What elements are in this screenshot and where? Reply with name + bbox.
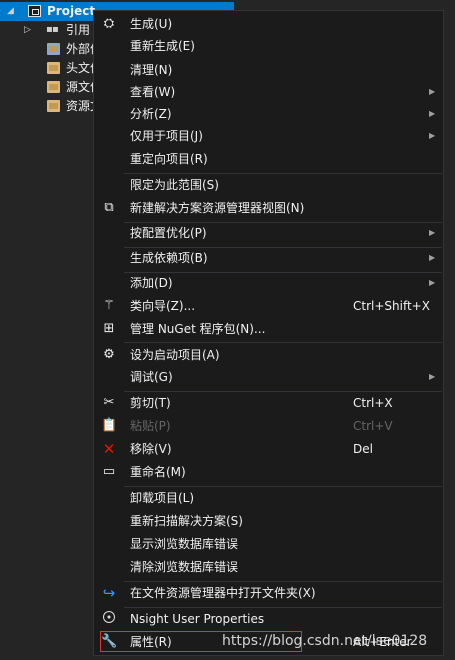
menu-item-project-only[interactable]: 仅用于项目(J) ▶ bbox=[94, 125, 443, 147]
open-folder-arrow-icon: ↪ bbox=[102, 584, 116, 602]
menu-item-shortcut: Ctrl+Shift+X bbox=[353, 299, 430, 313]
menu-item-clear-db-errors[interactable]: 清除浏览数据库错误 bbox=[94, 556, 443, 578]
collapse-arrow-icon[interactable]: ▷ bbox=[24, 21, 31, 40]
menu-item-nsight[interactable]: Nsight User Properties bbox=[94, 608, 443, 630]
globe-icon bbox=[101, 611, 117, 627]
menu-item-rescan[interactable]: 重新扫描解决方案(S) bbox=[94, 510, 443, 532]
menu-item-build-deps[interactable]: 生成依赖项(B) ▶ bbox=[94, 247, 443, 269]
submenu-arrow-icon: ▶ bbox=[429, 131, 436, 140]
menu-item-remove[interactable]: ✕ 移除(V) Del bbox=[94, 438, 443, 460]
menu-item-analyze[interactable]: 分析(Z) ▶ bbox=[94, 103, 443, 125]
tree-item-label: Project bbox=[47, 4, 96, 18]
menu-item-set-startup[interactable]: ⚙ 设为启动项目(A) bbox=[94, 344, 443, 366]
menu-item-label: 清除浏览数据库错误 bbox=[130, 560, 239, 574]
menu-item-cut[interactable]: ✂ 剪切(T) Ctrl+X bbox=[94, 392, 443, 414]
menu-item-label: 仅用于项目(J) bbox=[130, 129, 203, 143]
menu-item-label: 限定为此范围(S) bbox=[130, 178, 219, 192]
tree-item-label: 引用 bbox=[66, 23, 91, 37]
nuget-package-icon: ⊞ bbox=[103, 321, 115, 336]
menu-item-shortcut: Ctrl+X bbox=[353, 396, 393, 410]
menu-item-label: 类向导(Z)... bbox=[130, 299, 196, 313]
menu-item-label: 添加(D) bbox=[130, 276, 173, 290]
menu-item-show-db-errors[interactable]: 显示浏览数据库错误 bbox=[94, 533, 443, 555]
submenu-arrow-icon: ▶ bbox=[429, 228, 436, 237]
menu-item-retarget[interactable]: 重定向项目(R) bbox=[94, 148, 443, 170]
project-icon bbox=[28, 5, 41, 17]
menu-item-open-folder[interactable]: ↪ 在文件资源管理器中打开文件夹(X) bbox=[94, 582, 443, 604]
submenu-arrow-icon: ▶ bbox=[429, 372, 436, 381]
menu-item-label: Nsight User Properties bbox=[130, 612, 265, 626]
menu-item-label: 生成依赖项(B) bbox=[130, 251, 208, 265]
menu-item-label: 重新扫描解决方案(S) bbox=[130, 514, 243, 528]
menu-item-scope[interactable]: 限定为此范围(S) bbox=[94, 174, 443, 196]
menu-item-label: 清理(N) bbox=[130, 63, 173, 77]
menu-item-rename[interactable]: ▭ 重命名(M) bbox=[94, 461, 443, 483]
menu-item-label: 调试(G) bbox=[130, 370, 173, 384]
menu-item-label: 生成(U) bbox=[130, 17, 173, 31]
references-icon bbox=[46, 20, 59, 39]
menu-item-label: 新建解决方案资源管理器视图(N) bbox=[130, 201, 305, 215]
context-menu: ⛭ 生成(U) 重新生成(E) 清理(N) 查看(W) ▶ 分析(Z) ▶ 仅用… bbox=[93, 10, 444, 656]
menu-item-label: 设为启动项目(A) bbox=[130, 348, 220, 362]
menu-item-label: 分析(Z) bbox=[130, 107, 172, 121]
menu-item-label: 移除(V) bbox=[130, 442, 172, 456]
filter-folder-icon bbox=[47, 62, 60, 74]
submenu-arrow-icon: ▶ bbox=[429, 253, 436, 262]
build-icon: ⛭ bbox=[103, 16, 115, 31]
filter-folder-icon bbox=[47, 81, 60, 93]
menu-item-shortcut: Del bbox=[353, 442, 373, 456]
menu-item-unload[interactable]: 卸载项目(L) bbox=[94, 487, 443, 509]
menu-item-view[interactable]: 查看(W) ▶ bbox=[94, 81, 443, 103]
menu-item-label: 管理 NuGet 程序包(N)... bbox=[130, 322, 266, 336]
menu-item-class-wizard[interactable]: ⚚ 类向导(Z)... Ctrl+Shift+X bbox=[94, 295, 443, 317]
menu-item-paste[interactable]: 📋 粘贴(P) Ctrl+V bbox=[94, 415, 443, 437]
menu-item-label: 剪切(T) bbox=[130, 396, 171, 410]
menu-item-clean[interactable]: 清理(N) bbox=[94, 59, 443, 81]
menu-item-pgo[interactable]: 按配置优化(P) ▶ bbox=[94, 222, 443, 244]
menu-item-label: 卸载项目(L) bbox=[130, 491, 195, 505]
filter-folder-icon bbox=[47, 100, 60, 112]
external-deps-icon bbox=[47, 43, 60, 55]
menu-item-rebuild[interactable]: 重新生成(E) bbox=[94, 35, 443, 57]
menu-item-label: 查看(W) bbox=[130, 85, 176, 99]
menu-item-label: 粘贴(P) bbox=[130, 419, 171, 433]
menu-item-label: 按配置优化(P) bbox=[130, 226, 207, 240]
scissors-icon: ✂ bbox=[103, 395, 115, 410]
watermark-text: https://blog.csdn.net/lse0128 bbox=[222, 633, 428, 649]
clipboard-icon: 📋 bbox=[101, 418, 118, 433]
menu-item-nuget[interactable]: ⊞ 管理 NuGet 程序包(N)... bbox=[94, 318, 443, 340]
menu-item-label: 重定向项目(R) bbox=[130, 152, 208, 166]
menu-item-label: 重命名(M) bbox=[130, 465, 186, 479]
menu-item-label: 在文件资源管理器中打开文件夹(X) bbox=[130, 586, 316, 600]
submenu-arrow-icon: ▶ bbox=[429, 109, 436, 118]
menu-item-label: 显示浏览数据库错误 bbox=[130, 537, 239, 551]
menu-item-build[interactable]: ⛭ 生成(U) bbox=[94, 13, 443, 35]
new-view-icon: ⧉ bbox=[104, 200, 114, 215]
menu-item-add[interactable]: 添加(D) ▶ bbox=[94, 272, 443, 294]
rename-icon: ▭ bbox=[102, 464, 116, 479]
menu-item-label: 重新生成(E) bbox=[130, 39, 195, 53]
submenu-arrow-icon: ▶ bbox=[429, 87, 436, 96]
class-wizard-icon: ⚚ bbox=[103, 298, 115, 313]
gear-icon: ⚙ bbox=[103, 347, 115, 362]
menu-item-new-view[interactable]: ⧉ 新建解决方案资源管理器视图(N) bbox=[94, 197, 443, 219]
remove-x-icon: ✕ bbox=[102, 440, 116, 458]
menu-separator bbox=[124, 342, 442, 343]
menu-item-shortcut: Ctrl+V bbox=[353, 419, 393, 433]
submenu-arrow-icon: ▶ bbox=[429, 278, 436, 287]
menu-item-debug[interactable]: 调试(G) ▶ bbox=[94, 366, 443, 388]
expand-arrow-icon[interactable]: ◢ bbox=[7, 2, 14, 21]
